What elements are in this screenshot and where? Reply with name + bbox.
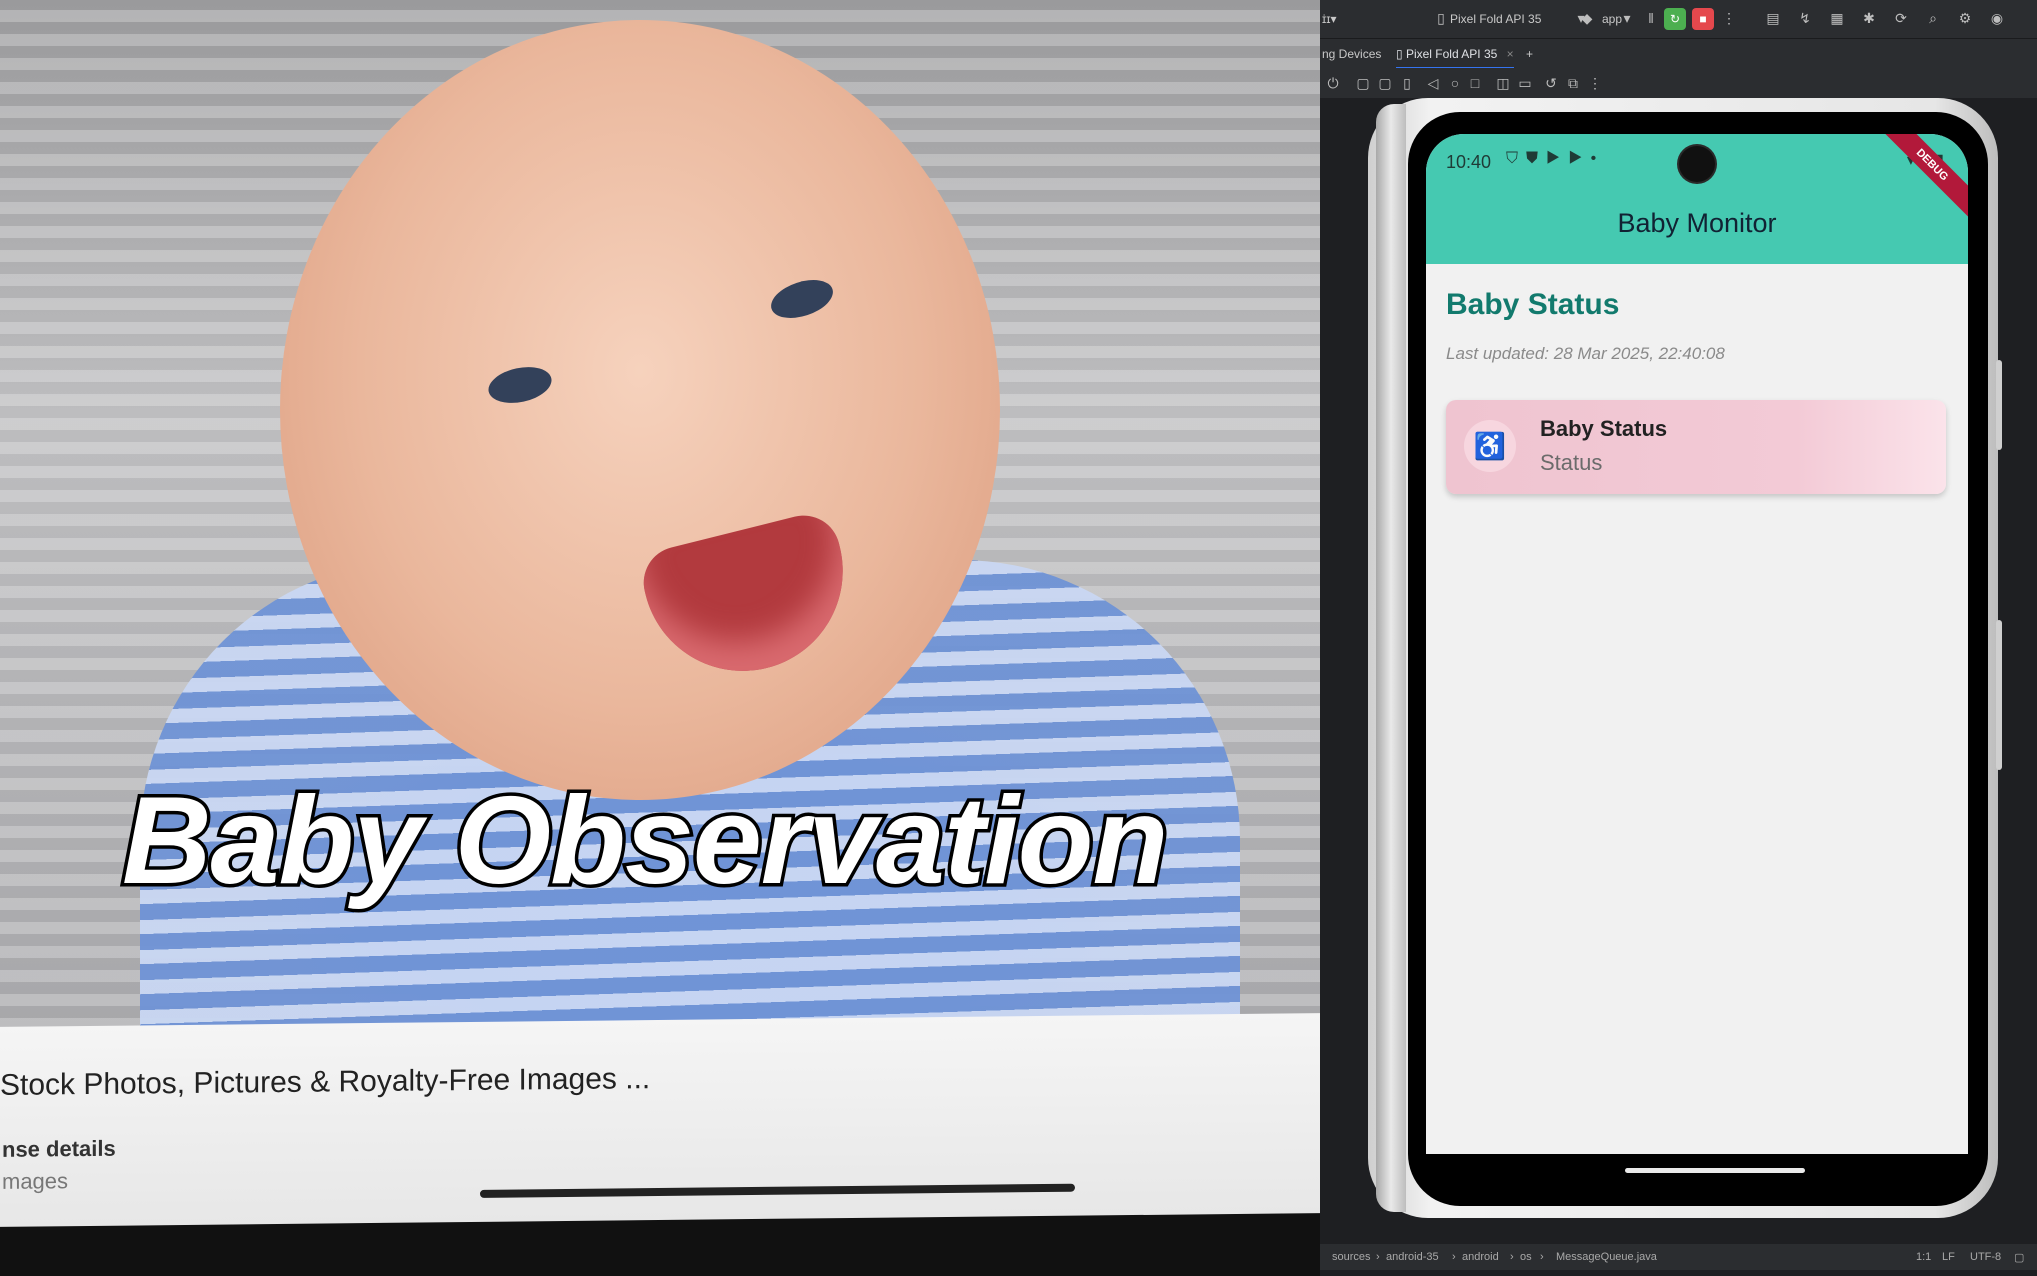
- bug-icon[interactable]: ✱: [1860, 9, 1878, 27]
- device-volume-button[interactable]: [1996, 620, 2002, 770]
- status-time: 10:40: [1446, 152, 1492, 172]
- file-encoding[interactable]: UTF-8: [1970, 1251, 2001, 1263]
- notification-icons: ⛉⛊▶▶•: [1506, 150, 1604, 168]
- sync-icon[interactable]: ⟳: [1892, 9, 1910, 27]
- app-title: Baby Monitor: [1617, 208, 1777, 238]
- undo-icon[interactable]: ↺: [1542, 74, 1560, 92]
- card-icon-circle: ♿: [1464, 420, 1516, 472]
- video-panel: Baby Observation Stock Photos, Pictures …: [0, 0, 1320, 1276]
- overlay-title: Baby Observation: [119, 769, 1172, 914]
- fold-icon[interactable]: ⧉: [1564, 74, 1582, 92]
- device-manager-icon[interactable]: ▤: [1764, 9, 1782, 27]
- add-tab-button[interactable]: +: [1526, 47, 1533, 61]
- project-selector[interactable]: ɪ̇ɪ▾: [1322, 12, 1337, 26]
- caret-position[interactable]: 1:1: [1916, 1251, 1931, 1263]
- rotate-icon[interactable]: ▯: [1398, 74, 1416, 92]
- android-studio-window: ɪ̇ɪ▾ ▯ Pixel Fold API 35 ▾ ◆ app ▾ ‖ ↻ ■…: [1320, 0, 2037, 1276]
- device-power-button[interactable]: [1996, 360, 2002, 450]
- chevron-right-icon: ›: [1510, 1251, 1514, 1263]
- youtube-icon: ▶: [1568, 150, 1591, 167]
- shield-icon: ⛊: [1526, 150, 1547, 167]
- screenshot-icon[interactable]: ◫: [1494, 74, 1512, 92]
- profiler-icon[interactable]: ↯: [1796, 9, 1814, 27]
- app-bar: 10:40 ⛉⛊▶▶• ▾◢▮ DEBUG Baby Monitor: [1426, 134, 1968, 264]
- tab-pixel-fold[interactable]: ▯ Pixel Fold API 35 ×: [1396, 47, 1514, 69]
- notifications-icon[interactable]: ▢: [2014, 1251, 2024, 1264]
- gesture-navigation-bar[interactable]: [1625, 1168, 1805, 1173]
- home-indicator: [480, 1183, 1075, 1198]
- apply-changes-button[interactable]: ↻: [1664, 8, 1686, 30]
- image-info-sheet: Stock Photos, Pictures & Royalty-Free Im…: [0, 1013, 1320, 1227]
- breadcrumb-item[interactable]: os: [1520, 1251, 1532, 1263]
- running-devices-tabs: ng Devices ▯ Pixel Fold API 35 × +: [1320, 38, 2037, 69]
- overview-icon[interactable]: □: [1466, 74, 1484, 92]
- chevron-down-icon[interactable]: ▾: [1618, 9, 1636, 27]
- breadcrumb-item[interactable]: android-35: [1386, 1251, 1439, 1263]
- phone-icon: ▯: [1396, 47, 1406, 61]
- tab-running-devices[interactable]: ng Devices: [1322, 47, 1381, 61]
- youtube-icon: ▶: [1546, 150, 1569, 167]
- card-subtitle: Status: [1540, 450, 1603, 475]
- baby-status-card[interactable]: ♿ Baby Status Status: [1446, 400, 1946, 494]
- source-label: mages: [2, 1168, 69, 1194]
- close-icon[interactable]: ×: [1507, 47, 1514, 61]
- breadcrumb-item[interactable]: sources: [1332, 1251, 1371, 1263]
- section-title: Baby Status: [1446, 288, 1620, 321]
- shield-icon: ⛉: [1506, 150, 1527, 167]
- layout-inspector-icon[interactable]: ▦: [1828, 9, 1846, 27]
- emulator-screen[interactable]: 10:40 ⛉⛊▶▶• ▾◢▮ DEBUG Baby Monitor Baby …: [1426, 134, 1968, 1154]
- baby-face: [280, 20, 1000, 800]
- screen-record-icon[interactable]: ▭: [1516, 74, 1534, 92]
- license-details-link[interactable]: nse details: [2, 1136, 116, 1163]
- breadcrumb-item[interactable]: android: [1462, 1251, 1499, 1263]
- stop-button[interactable]: ■: [1692, 8, 1714, 30]
- volume-down-icon[interactable]: ▢: [1376, 74, 1394, 92]
- chevron-right-icon: ›: [1452, 1251, 1456, 1263]
- baby-changing-icon: ♿: [1473, 431, 1507, 461]
- device-selector[interactable]: Pixel Fold API 35: [1450, 12, 1541, 26]
- chevron-right-icon: ›: [1376, 1251, 1380, 1263]
- back-icon[interactable]: ◁: [1424, 74, 1442, 92]
- tab-pixel-fold-label: Pixel Fold API 35: [1405, 47, 1498, 61]
- line-ending[interactable]: LF: [1942, 1251, 1955, 1263]
- power-icon[interactable]: ⏻: [1324, 74, 1342, 92]
- chevron-right-icon: ›: [1540, 1251, 1544, 1263]
- home-icon[interactable]: ○: [1446, 74, 1464, 92]
- phone-icon: ▯: [1437, 10, 1445, 26]
- camera-cutout: [1679, 146, 1715, 182]
- more-icon[interactable]: ⋮: [1586, 74, 1604, 92]
- device-controls-bar: ⏻ ▢ ▢ ▯ ◁ ○ □ ◫ ▭ ↺ ⧉ ⋮: [1320, 68, 2037, 98]
- ide-statusbar: sources › android-35 › android › os › Me…: [1320, 1244, 2037, 1270]
- gear-icon[interactable]: ⚙: [1956, 9, 1974, 27]
- pause-icon[interactable]: ‖: [1642, 9, 1660, 27]
- android-icon: ◆: [1581, 10, 1593, 26]
- volume-up-icon[interactable]: ▢: [1354, 74, 1372, 92]
- search-icon[interactable]: ⌕: [1924, 9, 1942, 27]
- dot-icon: •: [1590, 150, 1605, 167]
- account-icon[interactable]: ◉: [1988, 9, 2006, 27]
- breadcrumb-file[interactable]: MessageQueue.java: [1556, 1251, 1657, 1263]
- last-updated-text: Last updated: 28 Mar 2025, 22:40:08: [1446, 344, 1725, 363]
- card-title: Baby Status: [1540, 416, 1668, 441]
- image-result-title[interactable]: Stock Photos, Pictures & Royalty-Free Im…: [0, 1062, 650, 1103]
- device-hinge: [1376, 104, 1406, 1212]
- more-icon[interactable]: ⋮: [1720, 9, 1738, 27]
- ide-toolbar: ɪ̇ɪ▾ ▯ Pixel Fold API 35 ▾ ◆ app ▾ ‖ ↻ ■…: [1320, 0, 2037, 38]
